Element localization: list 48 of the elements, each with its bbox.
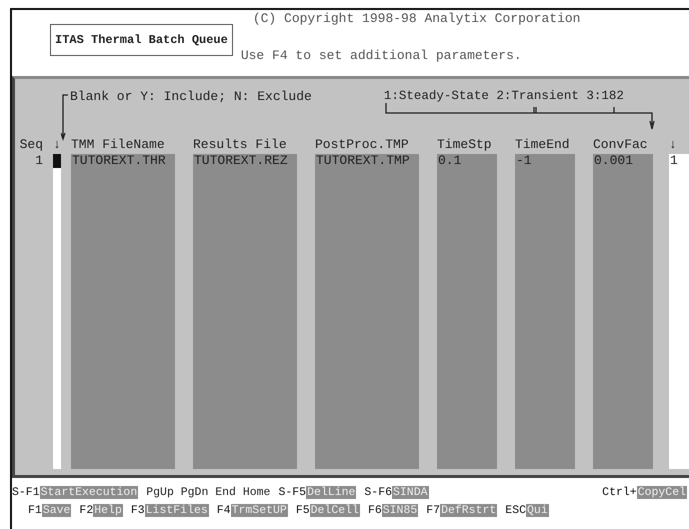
table-cell[interactable]: 1	[669, 154, 678, 168]
key-label: Ctrl+	[602, 486, 637, 498]
table-cell[interactable]: 1	[34, 154, 43, 168]
key-label: F2	[79, 504, 94, 516]
function-key[interactable]: ListFiles	[144, 504, 209, 516]
copyright-text: (C) Copyright 1998-98 Analytix Corporation	[252, 11, 580, 26]
column-header: TimeStp	[437, 137, 493, 152]
key-label: F7	[426, 504, 440, 516]
key-label: F5	[296, 504, 310, 516]
key-label: ESC	[505, 504, 526, 516]
function-key[interactable]: Save	[42, 504, 72, 516]
column-header: TimeEnd	[515, 137, 571, 152]
function-key[interactable]: StartExecution	[40, 486, 138, 498]
table-cell[interactable]: TUTOREXT.TMP	[315, 154, 410, 168]
key-label: F3	[130, 504, 145, 516]
function-key[interactable]: CopyCel	[636, 486, 687, 498]
table-cell[interactable]: TUTOREXT.REZ	[193, 154, 288, 168]
table-cell[interactable]: 0.1	[437, 154, 462, 168]
function-key[interactable]: SIN85	[382, 504, 418, 516]
hint-text: Use F4 to set additional parameters.	[240, 48, 523, 63]
key-label: F4	[216, 504, 231, 516]
key-label: S-F6	[364, 486, 392, 498]
key-hint: PgUp PgDn End Home	[146, 486, 270, 498]
function-key[interactable]: Help	[93, 504, 123, 516]
function-key[interactable]: Qui	[526, 504, 549, 516]
key-label: F6	[368, 504, 382, 516]
function-key[interactable]: DefRstrt	[440, 504, 498, 516]
column-header: Seq	[19, 137, 43, 152]
key-label: S-F5	[278, 486, 306, 498]
key-label: S-F1	[12, 486, 40, 498]
window-title: ITAS Thermal Batch Queue	[50, 24, 233, 56]
column-header: PostProc.TMP	[315, 137, 410, 152]
column-header: ↓	[669, 137, 678, 152]
table-cell[interactable]: TUTOREXT.THR	[71, 154, 166, 168]
function-key[interactable]: SINDA	[392, 486, 429, 498]
column-header: ↓	[53, 137, 61, 152]
include-note: Blank or Y: Include; N: Exclude	[70, 89, 312, 104]
bracket-line	[61, 93, 70, 143]
table-cell[interactable]: 0.001	[593, 154, 634, 168]
table-cell[interactable]: -1	[515, 154, 532, 168]
column-header: TMM FileName	[71, 137, 166, 152]
key-label: F1	[28, 504, 42, 516]
function-key[interactable]: TrmSetUP	[230, 504, 288, 516]
mode-note: 1:Steady-State 2:Transient 3:182	[384, 89, 625, 103]
column-header: ConvFac	[593, 137, 649, 152]
column-header: Results File	[193, 137, 288, 152]
function-key[interactable]: DelLine	[306, 486, 356, 498]
function-key[interactable]: DelCell	[310, 504, 360, 516]
